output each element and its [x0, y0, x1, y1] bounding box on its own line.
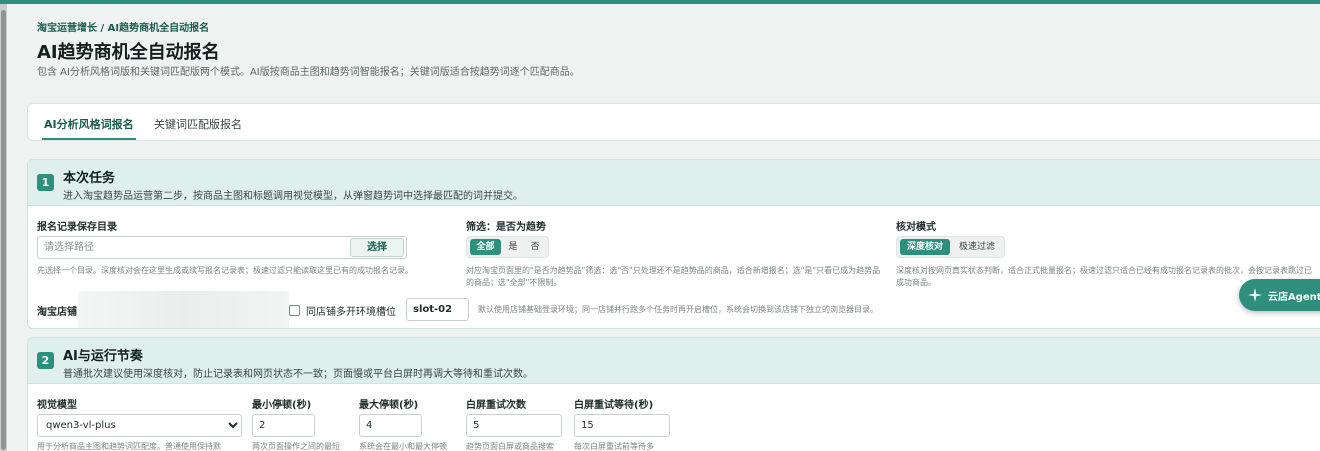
section-subtitle: 进入淘宝趋势品运营第二步，按商品主图和标题调用视觉模型，从弹窗趋势词中选择最匹配…: [63, 191, 523, 202]
blank-retry-input[interactable]: [466, 414, 562, 437]
blank-wait-input[interactable]: [574, 414, 670, 437]
model-select[interactable]: qwen3-vl-plus: [37, 414, 242, 437]
check-mode-label: 核对模式: [896, 222, 936, 233]
trend-filter-label: 筛选：是否为趋势: [466, 222, 546, 233]
choose-dir-button[interactable]: 选择: [350, 238, 404, 257]
slot-input[interactable]: [406, 298, 469, 321]
tab-ai-style[interactable]: AI分析风格词报名: [42, 116, 136, 140]
section-header: 2 AI与运行节奏 普通批次建议使用深度核对，防止记录表和网页状态不一致；页面慢…: [28, 338, 1320, 384]
filter-option-all[interactable]: 全部: [470, 239, 501, 255]
section-number-badge: 1: [37, 174, 54, 191]
check-mode-segmented: 深度核对 极速过滤: [896, 236, 1005, 258]
model-label: 视觉模型: [37, 400, 77, 411]
max-pause-hint: 系统会在最小和最大停顿: [359, 442, 447, 451]
section-header: 1 本次任务 进入淘宝趋势品运营第二步，按商品主图和标题调用视觉模型，从弹窗趋势…: [28, 160, 1320, 206]
model-hint: 用于分析商品主图和趋势词匹配度。普通使用保持默: [37, 442, 221, 451]
page-description: 包含 AI分析风格词版和关键词匹配版两个模式。AI版按商品主图和趋势词智能报名；…: [37, 67, 580, 78]
breadcrumb[interactable]: 淘宝运营增长 / AI趋势商机全自动报名: [37, 19, 209, 34]
filter-option-yes[interactable]: 是: [503, 239, 523, 255]
min-pause-label: 最小停顿(秒): [252, 400, 312, 411]
max-pause-input[interactable]: [359, 414, 422, 437]
save-dir-label: 报名记录保存目录: [37, 222, 117, 233]
filter-option-no[interactable]: 否: [525, 239, 545, 255]
blank-retry-label: 白屏重试次数: [466, 400, 526, 411]
section-ai-rhythm: 2 AI与运行节奏 普通批次建议使用深度核对，防止记录表和网页状态不一致；页面慢…: [27, 337, 1320, 451]
max-pause-label: 最大停顿(秒): [359, 400, 419, 411]
min-pause-input[interactable]: [252, 414, 315, 437]
left-scrollbar[interactable]: [0, 4, 7, 451]
top-accent-bar: [0, 0, 1320, 4]
blank-wait-label: 白屏重试等待(秒): [574, 400, 654, 411]
scrollbar-thumb[interactable]: [1, 10, 6, 450]
save-dir-hint: 先选择一个目录。深度核对会在这里生成或续写报名记录表；极速过滤只能读取这里已有的…: [37, 266, 413, 275]
mode-option-fast[interactable]: 极速过滤: [952, 239, 1002, 255]
shop-slot-hint: 默认使用店铺基础登录环境；同一店铺并行跑多个任务时再开启槽位，系统会切换到该店铺…: [478, 305, 878, 314]
shop-label: 淘宝店铺: [37, 307, 77, 318]
section-title: 本次任务: [63, 171, 116, 186]
section-subtitle: 普通批次建议使用深度核对，防止记录表和网页状态不一致；页面慢或平台白屏时再调大等…: [63, 369, 533, 380]
cloud-agent-button[interactable]: 云店Agent: [1239, 279, 1320, 311]
multi-env-checkbox[interactable]: [289, 305, 300, 316]
multi-env-label: 同店铺多开环境槽位: [306, 307, 396, 318]
mode-tabs: AI分析风格词报名 关键词匹配版报名: [27, 103, 1320, 141]
min-pause-hint: 两次页面操作之间的最短: [252, 442, 340, 451]
tab-keyword-match[interactable]: 关键词匹配版报名: [154, 116, 242, 132]
section-task: 1 本次任务 进入淘宝趋势品运营第二步，按商品主图和标题调用视觉模型，从弹窗趋势…: [27, 159, 1320, 329]
section-number-badge: 2: [37, 352, 54, 369]
blank-wait-hint: 每次白屏重试前等待多: [574, 442, 654, 451]
section-title: AI与运行节奏: [63, 349, 143, 364]
shop-select[interactable]: [78, 291, 289, 328]
page-title: AI趋势商机全自动报名: [37, 42, 220, 63]
cloud-agent-label: 云店Agent: [1268, 292, 1320, 303]
mode-option-deep[interactable]: 深度核对: [900, 239, 950, 255]
trend-filter-segmented: 全部 是 否: [466, 236, 549, 258]
blank-retry-hint: 趋势页面白屏或商品搜索: [466, 442, 554, 451]
sparkle-icon: [1248, 288, 1262, 302]
trend-filter-hint: 对应淘宝页面里的"是否为趋势品"筛选：选"否"只处理还不是趋势品的商品，适合新增…: [466, 266, 881, 287]
